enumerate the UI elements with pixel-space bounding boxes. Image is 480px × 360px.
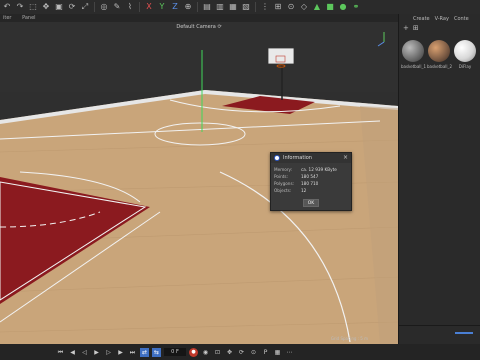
material-manager-panel: Create V-Ray Conte + ⊞ basketball_1 bask…	[398, 14, 480, 344]
world-icon[interactable]: ⊕	[183, 2, 193, 12]
panel-footer	[399, 325, 480, 344]
snap-icon[interactable]: ⊙	[286, 2, 296, 12]
clapboard-icon[interactable]: ▤	[202, 2, 212, 12]
frame-input[interactable]: 0 F	[164, 348, 186, 356]
material-label: DiFlay	[458, 64, 472, 69]
redo-icon[interactable]: ↷	[15, 2, 25, 12]
film-icon[interactable]: ▦	[228, 2, 238, 12]
scale-icon[interactable]: ⤢	[80, 2, 90, 12]
info-row: Polygons: 180 710	[271, 180, 351, 187]
move-key-icon[interactable]: ✥	[225, 348, 234, 357]
last-frame-icon[interactable]: ⏭	[128, 348, 137, 357]
film-icon[interactable]: ▥	[215, 2, 225, 12]
axis-z-icon[interactable]: Z	[170, 2, 180, 12]
grid-spacing-label: Grid Spacing : 5 m	[330, 336, 368, 341]
move-icon[interactable]: ✥	[41, 2, 51, 12]
dots-icon[interactable]: ⋮	[260, 2, 270, 12]
camera-name: Default Camera	[176, 24, 216, 30]
scale-key-icon[interactable]: ⊙	[249, 348, 258, 357]
material-menu: Create V-Ray Conte	[399, 14, 480, 24]
info-value: 12	[301, 188, 307, 193]
play-icon[interactable]: ▶	[92, 348, 101, 357]
next-key-icon[interactable]: ▶	[116, 348, 125, 357]
cube-icon[interactable]: ■	[325, 2, 335, 12]
material-tools: + ⊞	[399, 24, 480, 34]
loop-icon[interactable]: ⇄	[140, 347, 149, 357]
viewport-menubar: iter Panel	[0, 14, 400, 22]
menu-item-vray[interactable]: V-Ray	[435, 14, 449, 24]
material-swatch[interactable]: DiFlay	[453, 40, 477, 69]
record-icon[interactable]: ●	[189, 347, 198, 357]
menu-item-conte[interactable]: Conte	[454, 14, 469, 24]
info-row: Memory: ca. 12 939 KByte	[271, 166, 351, 173]
material-preview	[454, 40, 476, 62]
axis-x-icon[interactable]: X	[144, 2, 154, 12]
prev-frame-icon[interactable]: ◁	[80, 348, 89, 357]
next-frame-icon[interactable]: ▷	[104, 348, 113, 357]
info-value: 180 710	[301, 181, 319, 186]
add-icon[interactable]: +	[403, 24, 409, 34]
render-icon[interactable]: ▧	[241, 2, 251, 12]
toolbar-divider	[255, 2, 256, 12]
menu-item-iter[interactable]: iter	[3, 15, 11, 21]
rotate-icon[interactable]: ⟳	[67, 2, 77, 12]
brush-icon[interactable]: ⌇	[125, 2, 135, 12]
axis-y-icon[interactable]: Y	[157, 2, 167, 12]
prev-key-icon[interactable]: ◀	[68, 348, 77, 357]
info-key: Memory:	[274, 167, 293, 172]
info-key: Points:	[274, 174, 288, 179]
toolbar-divider	[197, 2, 198, 12]
polygon-icon[interactable]: ◇	[299, 2, 309, 12]
camera-label[interactable]: Default Camera ⟳	[0, 24, 398, 30]
range-icon[interactable]: ⇆	[152, 347, 161, 357]
cube-icon[interactable]: ▣	[54, 2, 64, 12]
grid-view-icon[interactable]: ⊞	[413, 24, 419, 34]
zoom-slider[interactable]	[455, 332, 473, 334]
rotate-key-icon[interactable]: ⟳	[237, 348, 246, 357]
undo-icon[interactable]: ↶	[2, 2, 12, 12]
material-swatch[interactable]: basketball_2	[427, 40, 453, 69]
triangle-icon[interactable]: ▲	[312, 2, 322, 12]
dialog-titlebar[interactable]: Information ×	[271, 153, 351, 163]
camera-cycle-icon[interactable]: ⟳	[217, 24, 221, 30]
menu-item-panel[interactable]: Panel	[22, 15, 36, 21]
first-frame-icon[interactable]: ⏮	[56, 348, 65, 357]
app-logo-icon	[274, 155, 280, 161]
info-key: Objects:	[274, 188, 292, 193]
info-key: Polygons:	[274, 181, 295, 186]
keyframe-icon[interactable]: ⊡	[213, 348, 222, 357]
material-label: basketball_2	[427, 64, 453, 69]
toolbar-divider	[94, 2, 95, 12]
information-dialog: Information × Memory: ca. 12 939 KByte P…	[270, 152, 352, 211]
live-select-icon[interactable]: ◎	[99, 2, 109, 12]
material-preview	[428, 40, 450, 62]
pla-key-icon[interactable]: ▦	[273, 348, 282, 357]
ok-button[interactable]: OK	[303, 199, 319, 207]
info-value: ca. 12 939 KByte	[301, 167, 337, 172]
sphere-icon[interactable]: ●	[338, 2, 348, 12]
pen-icon[interactable]: ✎	[112, 2, 122, 12]
material-preview	[402, 40, 424, 62]
toolbar-divider	[139, 2, 140, 12]
link-icon[interactable]: ⚭	[351, 2, 361, 12]
autokey-icon[interactable]: ◉	[201, 348, 210, 357]
menu-item-create[interactable]: Create	[413, 14, 430, 24]
material-swatch[interactable]: basketball_1	[401, 40, 427, 69]
info-row: Objects: 12	[271, 187, 351, 194]
info-value: 180 547	[301, 174, 319, 179]
dialog-title: Information	[283, 155, 312, 161]
timeline-bar: ⏮ ◀ ◁ ▶ ▷ ▶ ⏭ ⇄ ⇆ 0 F ● ◉ ⊡ ✥ ⟳ ⊙ P ▦ ⋯	[0, 344, 480, 360]
material-label: basketball_1	[401, 64, 427, 69]
info-row: Points: 180 547	[271, 173, 351, 180]
dots-icon[interactable]: ⋯	[285, 348, 294, 357]
grid-icon[interactable]: ⊞	[273, 2, 283, 12]
select-icon[interactable]: ⬚	[28, 2, 38, 12]
main-toolbar: ↶ ↷ ⬚ ✥ ▣ ⟳ ⤢ ◎ ✎ ⌇ X Y Z ⊕ ▤ ▥ ▦ ▧ ⋮ ⊞ …	[0, 0, 480, 14]
param-key-icon[interactable]: P	[261, 348, 270, 357]
close-icon[interactable]: ×	[343, 153, 348, 163]
